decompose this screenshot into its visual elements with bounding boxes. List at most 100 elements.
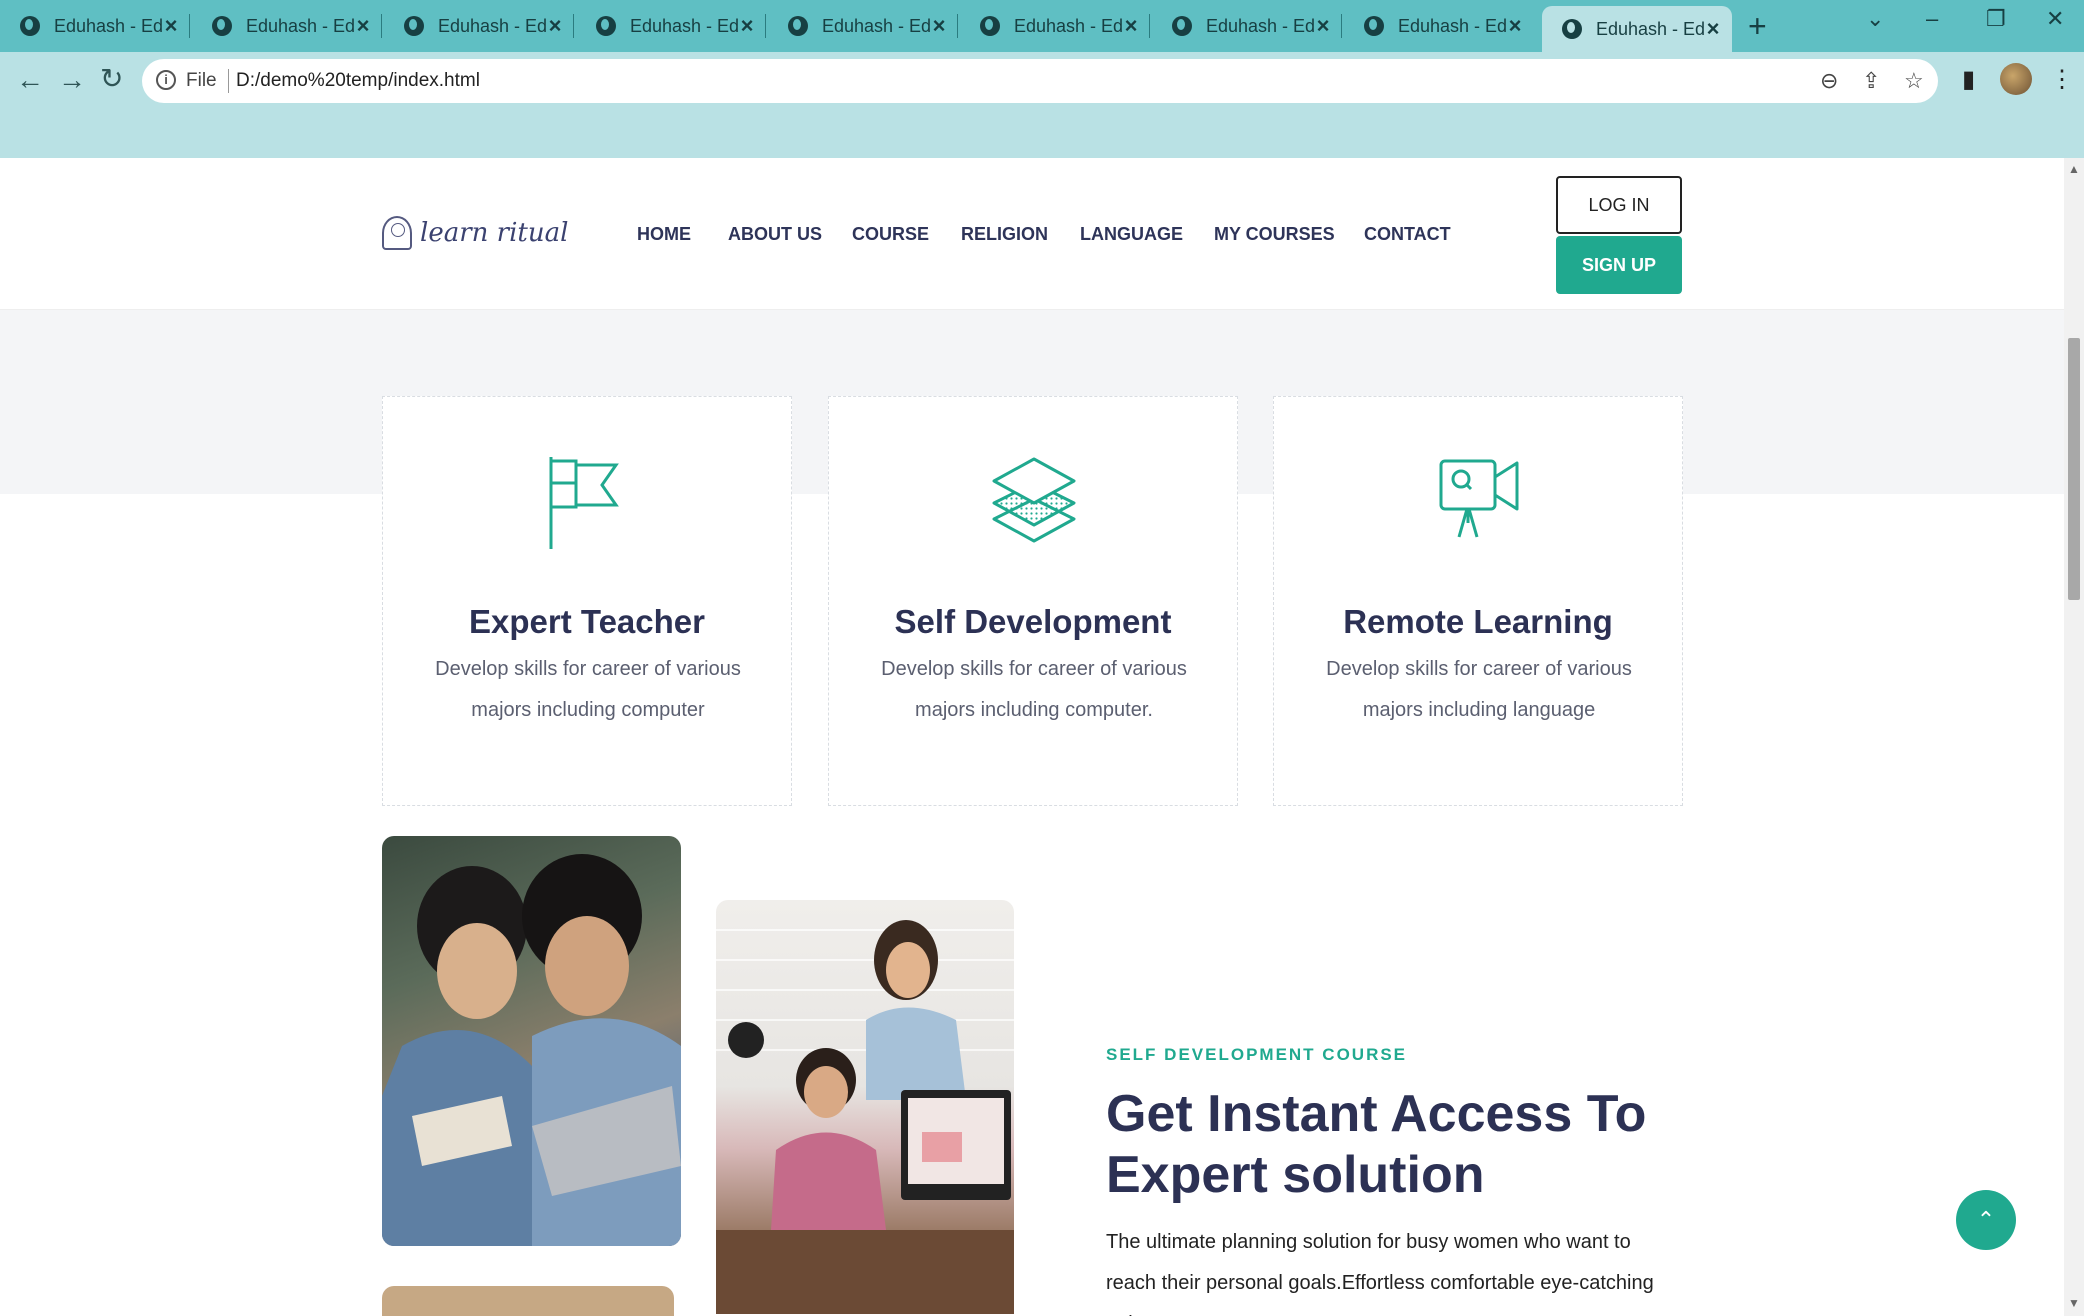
url-text[interactable]: D:/demo%20temp/index.html <box>236 70 480 92</box>
tab-title: Eduhash - Educ <box>438 15 546 36</box>
browser-tab[interactable]: Eduhash - Educ × <box>1152 6 1342 46</box>
profile-avatar[interactable] <box>2000 63 2032 95</box>
close-tab-icon[interactable]: × <box>354 13 372 39</box>
close-tab-icon[interactable]: × <box>1506 13 1524 39</box>
tab-title: Eduhash - Educ <box>1596 18 1704 39</box>
students-laptop-photo <box>382 836 681 1246</box>
tab-separator <box>1341 14 1342 38</box>
back-icon[interactable]: ← <box>16 64 44 96</box>
menu-kebab-icon[interactable]: ⋮ <box>2050 65 2074 94</box>
section-eyebrow: SELF DEVELOPMENT COURSE <box>1106 1045 1408 1064</box>
page-scrollbar[interactable]: ▲ ▼ <box>2064 158 2084 1316</box>
nav-religion[interactable]: RELIGION <box>961 224 1048 245</box>
chevron-up-icon: ⌃ <box>1976 1207 1996 1232</box>
share-icon[interactable]: ⇪ <box>1862 68 1880 94</box>
tab-title: Eduhash - Educ <box>246 15 354 36</box>
feature-card-remote-learning: Remote Learning Develop skills for caree… <box>1273 396 1683 806</box>
close-tab-icon[interactable]: × <box>738 13 756 39</box>
minimize-icon[interactable]: – <box>1926 6 1938 32</box>
new-tab-button[interactable]: + <box>1748 8 1767 45</box>
close-tab-icon[interactable]: × <box>1122 13 1140 39</box>
restore-icon[interactable]: ❐ <box>1986 6 2006 32</box>
browser-tab[interactable]: Eduhash - Educ × <box>576 6 766 46</box>
browser-tab-active[interactable]: Eduhash - Educ × <box>1542 6 1732 52</box>
globe-icon <box>980 16 1000 36</box>
login-button[interactable]: LOG IN <box>1556 176 1682 234</box>
browser-tab[interactable]: Eduhash - Educ × <box>960 6 1150 46</box>
scroll-to-top-button[interactable]: ⌃ <box>1956 1190 2016 1250</box>
zoom-out-icon[interactable]: ⊖ <box>1820 68 1838 94</box>
tab-title: Eduhash - Educ <box>54 15 162 36</box>
feature-title: Self Development <box>894 603 1172 640</box>
logo-text: learn ritual <box>420 218 569 248</box>
close-window-icon[interactable]: ✕ <box>2046 6 2064 32</box>
nav-my-courses[interactable]: MY COURSES <box>1214 224 1335 245</box>
video-camera-icon <box>1439 459 1519 538</box>
feature-card-self-development: Self Development Develop skills for care… <box>828 396 1238 806</box>
forward-icon[interactable]: → <box>58 64 86 96</box>
nav-home[interactable]: HOME <box>637 224 691 245</box>
globe-icon <box>596 16 616 36</box>
globe-icon <box>20 16 40 36</box>
info-icon[interactable]: i <box>156 70 176 90</box>
nav-about-us[interactable]: ABOUT US <box>728 224 822 245</box>
section-body: The ultimate planning solution for busy … <box>1106 1231 1654 1316</box>
scroll-up-arrow-icon[interactable]: ▲ <box>2068 162 2080 176</box>
nav-language[interactable]: LANGUAGE <box>1080 224 1183 245</box>
feature-description: Develop skills for career of various maj… <box>881 658 1187 721</box>
signup-button[interactable]: SIGN UP <box>1556 236 1682 294</box>
tab-title: Eduhash - Educ <box>1206 15 1314 36</box>
browser-tab[interactable]: Eduhash - Educ × <box>1344 6 1534 46</box>
scrollbar-thumb[interactable] <box>2068 338 2080 600</box>
tab-title: Eduhash - Educ <box>1398 15 1506 36</box>
page-viewport: learn ritual HOME ABOUT US COURSE RELIGI… <box>0 158 2064 1316</box>
globe-icon <box>212 16 232 36</box>
nav-course[interactable]: COURSE <box>852 224 929 245</box>
scheme-label: File <box>186 70 217 91</box>
reload-icon[interactable]: ↻ <box>100 62 123 95</box>
omnibox-divider <box>228 69 229 93</box>
globe-icon <box>404 16 424 36</box>
flag-icon <box>549 457 619 549</box>
tab-separator <box>573 14 574 38</box>
photo-illustration <box>382 854 681 1246</box>
browser-tab-bar: Eduhash - Educ × Eduhash - Educ × Eduhas… <box>0 0 2084 52</box>
close-tab-icon[interactable]: × <box>1704 16 1722 42</box>
globe-icon <box>1364 16 1384 36</box>
feature-card-expert-teacher: Expert Teacher Develop skills for career… <box>382 396 792 806</box>
feature-title: Remote Learning <box>1343 603 1613 640</box>
section-headline: Get Instant Access To Expert solution <box>1106 1085 1647 1204</box>
close-tab-icon[interactable]: × <box>546 13 564 39</box>
logo-icon <box>382 216 412 250</box>
close-tab-icon[interactable]: × <box>930 13 948 39</box>
globe-icon <box>788 16 808 36</box>
browser-tab[interactable]: Eduhash - Educ × <box>384 6 574 46</box>
tab-title: Eduhash - Educ <box>1014 15 1122 36</box>
site-header: learn ritual HOME ABOUT US COURSE RELIGI… <box>0 158 2064 310</box>
site-logo[interactable]: learn ritual <box>382 216 568 250</box>
tab-title: Eduhash - Educ <box>630 15 738 36</box>
tab-separator <box>765 14 766 38</box>
nav-contact[interactable]: CONTACT <box>1364 224 1451 245</box>
browser-tab[interactable]: Eduhash - Educ × <box>192 6 382 46</box>
bookmark-star-icon[interactable]: ☆ <box>1904 68 1924 94</box>
browser-tab[interactable]: Eduhash - Educ × <box>0 6 190 46</box>
browser-tab[interactable]: Eduhash - Educ × <box>768 6 958 46</box>
globe-icon <box>1172 16 1192 36</box>
layers-icon <box>992 457 1076 543</box>
tab-title: Eduhash - Educ <box>822 15 930 36</box>
close-tab-icon[interactable]: × <box>1314 13 1332 39</box>
photo-illustration <box>716 920 1014 1314</box>
scroll-down-arrow-icon[interactable]: ▼ <box>2068 1296 2080 1310</box>
close-tab-icon[interactable]: × <box>162 13 180 39</box>
office-work-photo <box>716 900 1014 1314</box>
address-bar[interactable]: i File D:/demo%20temp/index.html ⊖ ⇪ ☆ <box>142 59 1938 103</box>
tab-search-icon[interactable]: ⌄ <box>1866 6 1884 32</box>
side-panel-icon[interactable]: ▮ <box>1962 65 1975 94</box>
tab-separator <box>381 14 382 38</box>
tab-separator <box>1149 14 1150 38</box>
feature-description: Develop skills for career of various maj… <box>435 658 741 721</box>
partial-photo <box>382 1286 674 1316</box>
feature-description: Develop skills for career of various maj… <box>1326 658 1632 721</box>
feature-title: Expert Teacher <box>469 603 705 640</box>
